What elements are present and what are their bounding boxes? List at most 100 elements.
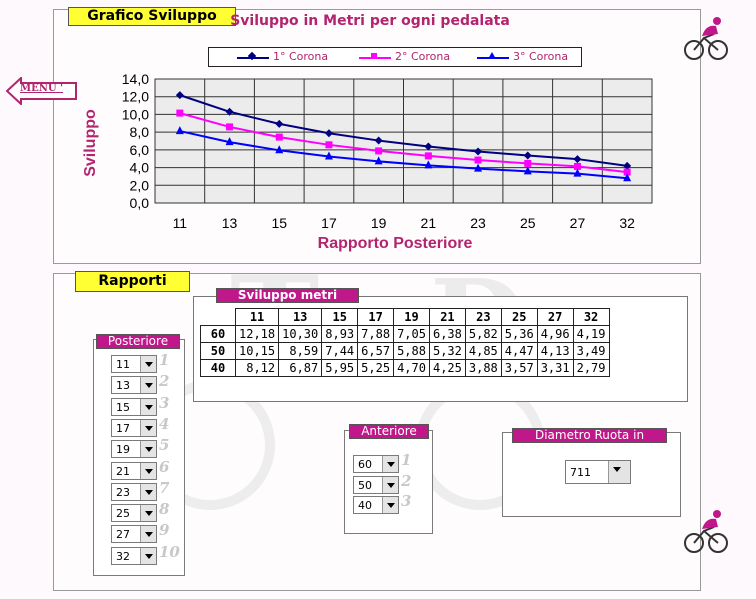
chevron-down-icon[interactable]: [140, 377, 156, 394]
table-header-cell: 21: [428, 308, 466, 326]
chevron-down-icon[interactable]: [140, 462, 156, 479]
anteriore-select-value: 40: [358, 499, 372, 512]
sviluppo-table-label: Sviluppo metri: [216, 288, 359, 303]
table-cell: 7,05: [393, 325, 430, 343]
posteriore-select-value: 27: [116, 528, 130, 542]
table-cell: 4,25: [428, 359, 466, 377]
table-cell: 4,96: [536, 325, 574, 343]
table-cell: 6,87: [278, 359, 323, 377]
table-header-cell: 27: [536, 308, 574, 326]
diametro-select-value: 711: [570, 466, 591, 479]
posteriore-index-label: 9: [159, 521, 170, 540]
posteriore-select-value: 15: [116, 400, 130, 414]
anteriore-select-1[interactable]: 60: [353, 455, 399, 473]
table-header-cell: 25: [500, 308, 538, 326]
chevron-down-icon[interactable]: [140, 526, 156, 543]
table-cell: 4,47: [500, 342, 538, 360]
posteriore-select-6[interactable]: 21: [111, 461, 157, 480]
posteriore-index-label: 1: [159, 351, 170, 369]
table-cell: 10,15: [234, 342, 280, 360]
diametro-label: Diametro Ruota in: [512, 428, 667, 443]
posteriore-index-label: 2: [159, 372, 170, 391]
chevron-down-icon[interactable]: [382, 476, 398, 493]
posteriore-select-value: 11: [116, 358, 130, 371]
table-cell: 6,57: [357, 342, 395, 360]
chevron-down-icon[interactable]: [140, 419, 156, 436]
table-cell: 4,70: [393, 359, 430, 377]
table-cell: 12,18: [234, 325, 280, 343]
posteriore-select-5[interactable]: 19: [111, 440, 157, 459]
chevron-down-icon[interactable]: [608, 461, 630, 483]
posteriore-select-value: 23: [116, 485, 130, 499]
posteriore-select-9[interactable]: 27: [111, 525, 157, 544]
table-cell: 3,49: [572, 342, 610, 360]
posteriore-select-value: 17: [116, 421, 130, 435]
anteriore-select-2[interactable]: 50: [353, 475, 399, 494]
table-header-cell: 13: [278, 308, 323, 326]
table-row: 60 12,18 10,30 8,93 7,88 7,05 6,38 5,82 …: [200, 325, 610, 343]
table-cell: 8,59: [278, 342, 323, 360]
table-cell: 4,85: [464, 342, 502, 360]
anteriore-index-label: 3: [401, 492, 412, 510]
table-cell: 7,44: [321, 342, 359, 360]
posteriore-index-label: 10: [159, 542, 180, 561]
posteriore-select-value: 25: [116, 507, 130, 521]
posteriore-select-value: 32: [116, 549, 130, 563]
table-header-cell: 19: [393, 308, 430, 326]
anteriore-index-label: 2: [401, 471, 412, 490]
posteriore-index-label: 8: [159, 500, 170, 519]
table-header-cell: 23: [464, 308, 502, 326]
table-cell: 4,13: [536, 342, 574, 360]
chevron-down-icon[interactable]: [140, 398, 156, 415]
table-cell: 3,57: [500, 359, 538, 377]
chevron-down-icon[interactable]: [140, 505, 156, 522]
table-cell: 10,30: [278, 325, 323, 343]
rapporti-section-label: Rapporti: [75, 271, 190, 292]
posteriore-label: Posteriore: [96, 334, 180, 349]
posteriore-select-3[interactable]: 15: [111, 397, 157, 416]
table-header-cell: 11: [234, 308, 280, 326]
posteriore-select-value: 13: [116, 379, 130, 393]
posteriore-index-label: 6: [159, 457, 170, 476]
anteriore-select-3[interactable]: 40: [353, 496, 399, 514]
sviluppo-table: 11 13 15 17 19 21 23 25 27 32 60 12,18 1…: [200, 308, 610, 377]
chevron-down-icon[interactable]: [140, 441, 156, 458]
posteriore-select-8[interactable]: 25: [111, 504, 157, 523]
table-header-row: 11 13 15 17 19 21 23 25 27 32: [201, 308, 610, 326]
table-cell: 4,19: [572, 325, 610, 343]
cyclist-icon: [684, 510, 728, 553]
posteriore-select-4[interactable]: 17: [111, 418, 157, 437]
posteriore-select-1[interactable]: 11: [111, 355, 157, 373]
table-cell: 8,12: [234, 359, 280, 377]
anteriore-label: Anteriore: [349, 424, 429, 439]
table-cell: 3,88: [464, 359, 502, 377]
table-cell: 7,88: [357, 325, 395, 343]
table-cell: 5,36: [500, 325, 538, 343]
posteriore-select-value: 21: [116, 464, 130, 478]
chevron-down-icon[interactable]: [140, 483, 156, 500]
chevron-down-icon[interactable]: [140, 356, 156, 372]
row-header-cell: 40: [200, 359, 236, 377]
posteriore-select-10[interactable]: 32: [111, 546, 157, 565]
table-cell: 8,93: [321, 325, 359, 343]
anteriore-select-value: 50: [358, 478, 372, 492]
posteriore-index-label: 4: [159, 414, 170, 433]
posteriore-index-label: 5: [159, 436, 170, 455]
chevron-down-icon[interactable]: [382, 456, 398, 472]
posteriore-select-2[interactable]: 13: [111, 376, 157, 395]
table-cell: 5,88: [393, 342, 430, 360]
anteriore-select-value: 60: [358, 458, 372, 471]
diametro-select[interactable]: 711: [565, 460, 631, 484]
table-cell: 3,31: [536, 359, 574, 377]
posteriore-select-7[interactable]: 23: [111, 482, 157, 501]
posteriore-index-label: 3: [159, 393, 170, 412]
anteriore-index-label: 1: [401, 451, 412, 469]
table-cell: 6,38: [428, 325, 466, 343]
table-cell: 5,82: [464, 325, 502, 343]
chevron-down-icon[interactable]: [140, 547, 156, 564]
table-row: 50 10,15 8,59 7,44 6,57 5,88 5,32 4,85 4…: [200, 342, 610, 360]
row-header-cell: 50: [200, 342, 236, 360]
row-header-cell: 60: [200, 325, 236, 343]
chevron-down-icon[interactable]: [382, 497, 398, 513]
table-header-cell: 32: [572, 308, 610, 326]
